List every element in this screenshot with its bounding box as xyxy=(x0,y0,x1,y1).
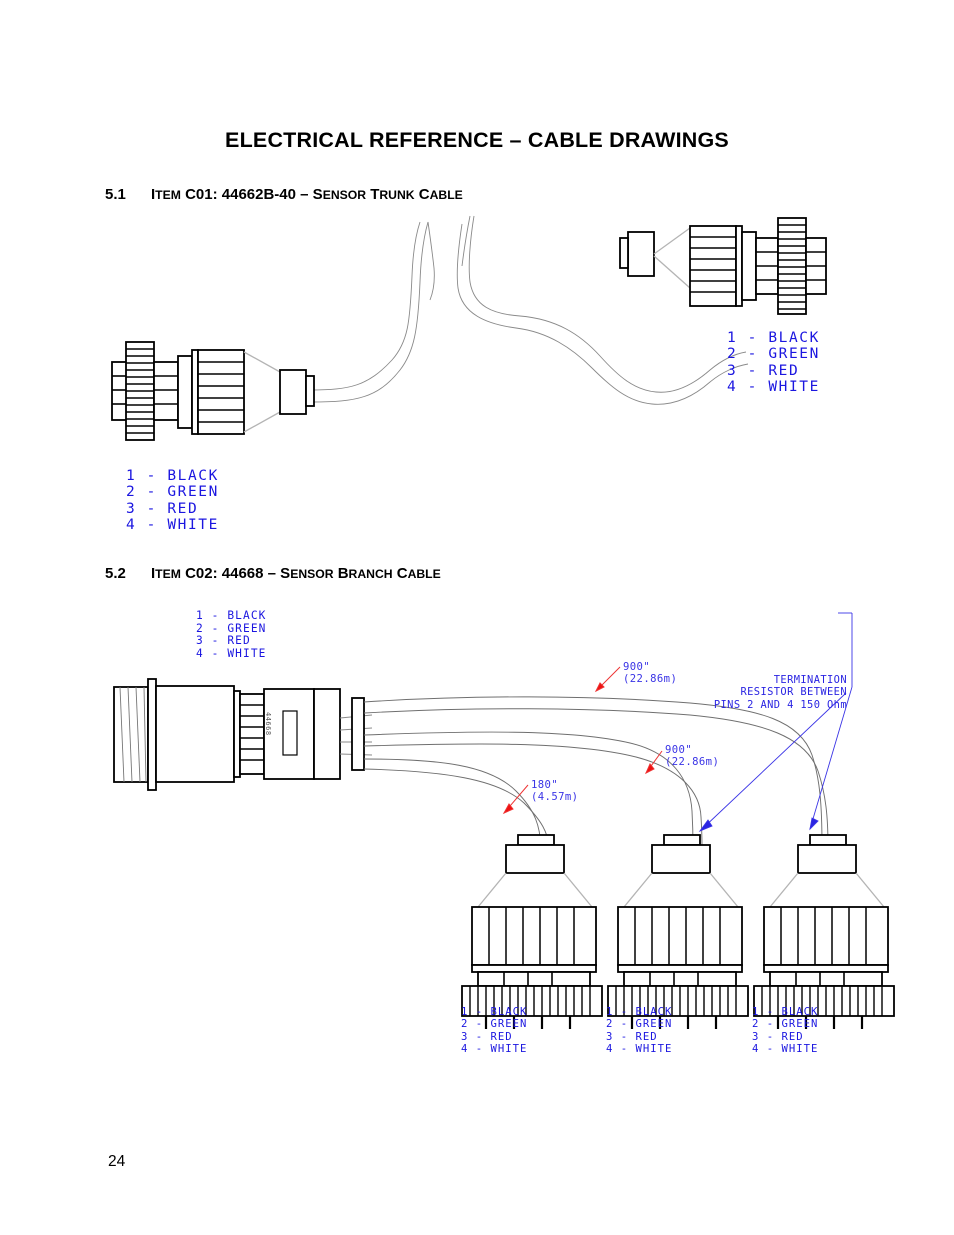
trunk-right-connector xyxy=(619,231,655,277)
dimension-label-180: 180" (4.57m) xyxy=(531,779,579,804)
trunk-left-connector xyxy=(111,341,245,441)
connector-part-number-label: 44668 xyxy=(264,712,272,736)
branch-main-connector xyxy=(113,678,341,791)
branch-cable-paths xyxy=(363,696,829,848)
trunk-right-body xyxy=(689,217,827,315)
dimension-leaders xyxy=(502,666,663,815)
section-number: 5.2 xyxy=(105,565,126,582)
pin-legend-connector-3: 1 - BLACK 2 - GREEN 3 - RED 4 - WHITE xyxy=(752,1006,819,1056)
pin-legend-connector-2: 1 - BLACK 2 - GREEN 3 - RED 4 - WHITE xyxy=(606,1006,673,1056)
branch-clamp-plate xyxy=(351,697,365,771)
document-page: ELECTRICAL REFERENCE – CABLE DRAWINGS 5.… xyxy=(0,0,954,1235)
dimension-label-900-b: 900" (22.86m) xyxy=(665,744,720,769)
section-number: 5.1 xyxy=(105,186,126,203)
trunk-right-strain-relief xyxy=(653,227,691,289)
pin-legend-connector-1: 1 - BLACK 2 - GREEN 3 - RED 4 - WHITE xyxy=(461,1006,528,1056)
pin-legend-branch-main: 1 - BLACK 2 - GREEN 3 - RED 4 - WHITE xyxy=(196,609,267,660)
pin-legend-trunk-right: 1 - BLACK 2 - GREEN 3 - RED 4 - WHITE xyxy=(727,330,820,396)
trunk-left-strain-relief xyxy=(243,351,281,433)
branch-connector-2 xyxy=(607,834,749,1029)
page-number: 24 xyxy=(108,1153,126,1170)
termination-resistor-note: TERMINATION RESISTOR BETWEEN PINS 2 AND … xyxy=(713,674,847,711)
section-title-5-2: ITEM C02: 44668 – SENSOR BRANCH CABLE xyxy=(151,565,441,582)
section-heading-5-2: 5.2 ITEM C02: 44668 – SENSOR BRANCH CABLE xyxy=(105,565,441,583)
section-title-5-1: ITEM C01: 44662B-40 – SENSOR TRUNK CABLE xyxy=(151,186,463,203)
trunk-left-boot xyxy=(279,369,315,415)
section-heading-5-1: 5.1 ITEM C01: 44662B-40 – SENSOR TRUNK CA… xyxy=(105,186,463,204)
termination-note-leaders xyxy=(698,612,853,833)
dimension-label-900-a: 900" (22.86m) xyxy=(623,661,678,686)
pin-legend-trunk-left: 1 - BLACK 2 - GREEN 3 - RED 4 - WHITE xyxy=(126,468,219,534)
trunk-cable-path xyxy=(309,215,749,405)
branch-connector-1 xyxy=(461,834,603,1029)
branch-connector-3 xyxy=(753,834,895,1029)
page-title: ELECTRICAL REFERENCE – CABLE DRAWINGS xyxy=(225,128,729,152)
